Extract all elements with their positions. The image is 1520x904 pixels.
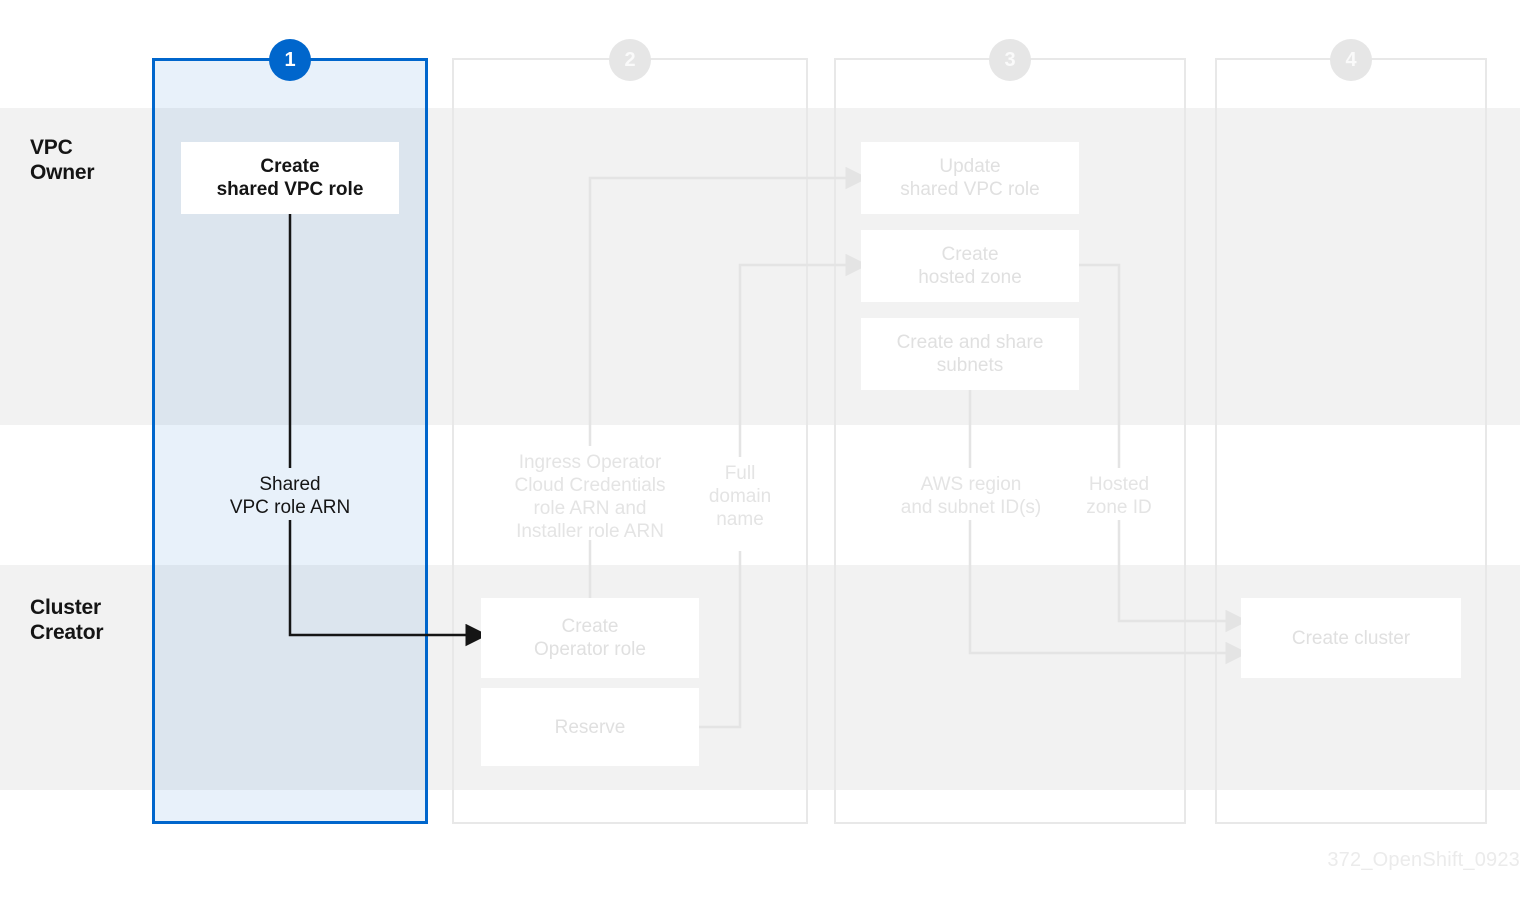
process-box-update-shared-vpc-role[interactable]: Update shared VPC role	[861, 142, 1079, 214]
process-box-create-operator-role[interactable]: Create Operator role	[481, 598, 699, 678]
wire-hosted-zone-id	[1079, 263, 1248, 633]
flow-label-aws-region-and-subnet-ids: AWS region and subnet ID(s)	[900, 474, 1042, 518]
step-badge-2[interactable]: 2	[609, 39, 651, 81]
step-badge-3-number: 3	[1004, 48, 1016, 71]
flow-label-shared-vpc-role-arn: Shared VPC role ARN	[229, 474, 351, 518]
step-badge-1[interactable]: 1	[269, 39, 311, 81]
process-box-create-cluster[interactable]: Create cluster	[1241, 598, 1461, 678]
step-badge-2-number: 2	[624, 48, 636, 71]
process-box-reserve[interactable]: Reserve	[481, 688, 699, 766]
flow-label-ingress-installer-arn: Ingress Operator Cloud Credentials role …	[514, 452, 666, 542]
flow-label-full-domain-name: Full domain name	[708, 463, 772, 530]
process-box-create-and-share-subnets[interactable]: Create and share subnets	[861, 318, 1079, 390]
process-box-create-shared-vpc-role[interactable]: Create shared VPC role	[181, 142, 399, 214]
flow-label-hosted-zone-id: Hosted zone ID	[1086, 474, 1152, 518]
process-box-create-hosted-zone[interactable]: Create hosted zone	[861, 230, 1079, 302]
diagram-canvas: VPC Owner Cluster Creator 1 2 3 4 Create…	[0, 0, 1520, 904]
wire-shared-vpc-role-arn	[288, 214, 488, 647]
step-badge-1-number: 1	[284, 48, 296, 71]
connector-layer	[288, 166, 1248, 729]
step-badge-4-number: 4	[1345, 48, 1357, 71]
wire-aws-region-and-subnet-ids	[968, 390, 1248, 665]
step-badge-4[interactable]: 4	[1330, 39, 1372, 81]
step-badge-3[interactable]: 3	[989, 39, 1031, 81]
